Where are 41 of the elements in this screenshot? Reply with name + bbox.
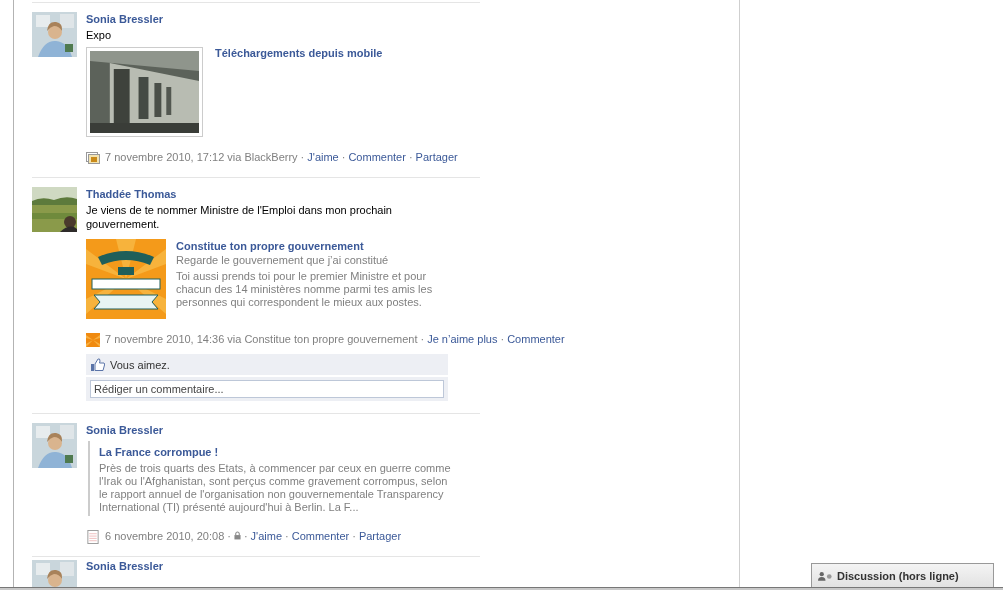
app-link[interactable]: Constitue ton propre gouvernement (176, 239, 448, 253)
album-link[interactable]: Téléchargements depuis mobile (215, 47, 383, 137)
action-link[interactable]: Partager (415, 151, 458, 163)
separator-dot: · (499, 333, 506, 345)
comment-field[interactable]: Rédiger un commentaire... (90, 380, 444, 398)
separator-dot: · (284, 530, 290, 542)
author-link[interactable]: Sonia Bressler (86, 423, 164, 437)
timestamp: 7 novembre 2010, 17:12 via BlackBerry (105, 151, 298, 163)
post-message: Je viens de te nommer Ministre de l'Emploi dans mon prochain gouvernement. (86, 203, 393, 231)
author-link[interactable]: Thaddée Thomas (86, 187, 177, 201)
app-description: Toi aussi prends toi pour le premier Ministre et pour chacun des 14 ministères nomme parmi tes amis les personnes qui correspondent le mieux aux postes. (176, 270, 434, 309)
note-icon (86, 530, 100, 544)
timestamp: 6 novembre 2010, 20:08 (105, 530, 225, 542)
timestamp: 7 novembre 2010, 14:36 via Constitue ton propre gouvernement (105, 333, 418, 345)
separator-dot: · (407, 151, 414, 163)
thumbs-up-icon (91, 358, 105, 371)
post-message: Expo (86, 28, 112, 42)
person-icon (818, 570, 833, 581)
action-link[interactable]: Commenter (348, 151, 406, 163)
lock-icon (233, 531, 241, 540)
app-icon (86, 333, 100, 347)
note-excerpt: Près de trois quarts des Etats, à commencer par ceux en guerre comme l'Irak ou l'Afghanistan, sont perçus comme gravement corrompus, selon le rapport annuel de l'organisation non gouvernementale Transparency International (TI) présenté aujourd'hui à Berlin. La F... (99, 462, 452, 514)
author-link[interactable]: Sonia Bressler (86, 12, 164, 26)
separator-dot: · (340, 151, 347, 163)
action-link[interactable]: Je n’aime plus (427, 333, 498, 345)
separator-dot: · (419, 333, 426, 345)
separator-dot: · (299, 151, 306, 163)
action-link[interactable]: J'aime (250, 530, 283, 542)
separator-dot: · (226, 530, 232, 542)
app-subtitle: Regarde le gouvernement que j’ai constitué (176, 253, 390, 267)
action-link[interactable]: Partager (358, 530, 402, 542)
author-link[interactable]: Sonia Bressler (86, 560, 164, 572)
separator-dot: · (242, 530, 249, 542)
note-link[interactable]: La France corrompue ! (99, 446, 455, 459)
separator-dot: · (351, 530, 357, 542)
chat-button[interactable]: Discussion (hors ligne) (811, 563, 994, 587)
action-link[interactable]: Commenter (507, 333, 565, 345)
likes-text: Vous aimez. (110, 358, 170, 371)
action-link[interactable]: J'aime (307, 151, 339, 163)
action-link[interactable]: Commenter (291, 530, 350, 542)
photo-icon (86, 151, 100, 165)
